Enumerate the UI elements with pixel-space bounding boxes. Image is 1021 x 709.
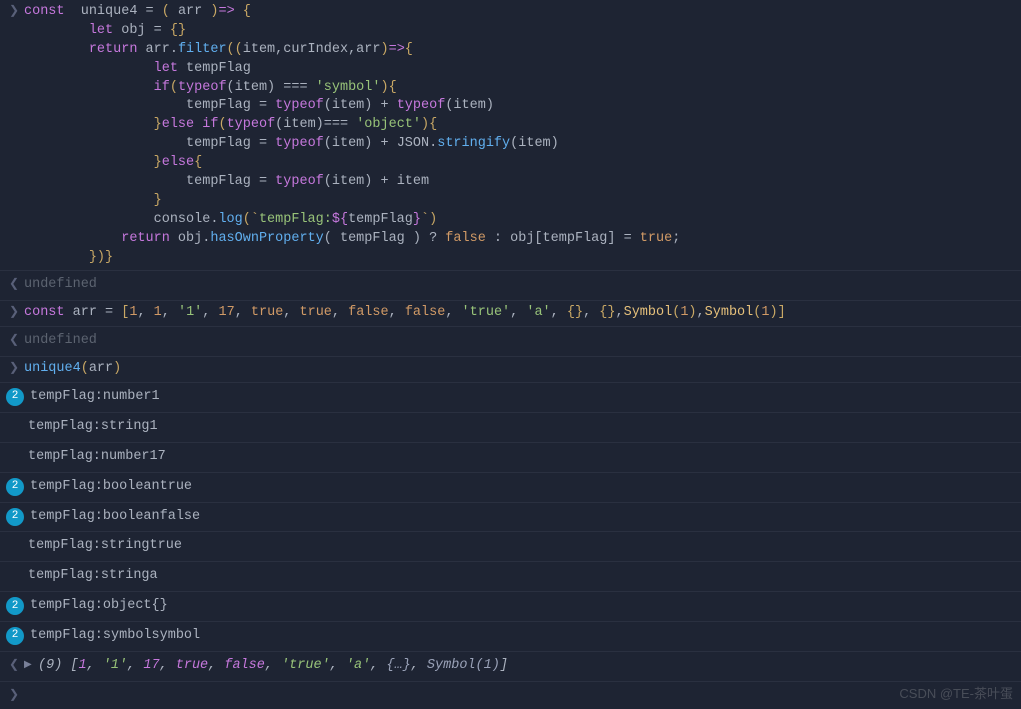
log-count-badge: 2: [6, 597, 24, 615]
output-caret-icon: [4, 657, 24, 674]
log-message: tempFlag:symbolsymbol: [30, 627, 1021, 646]
console-output-row: undefined: [0, 327, 1021, 357]
console-log-row: tempFlag:string1: [0, 413, 1021, 443]
log-count-badge: 2: [6, 508, 24, 526]
console-input-row[interactable]: unique4(arr): [0, 357, 1021, 383]
log-message: tempFlag:booleantrue: [30, 478, 1021, 497]
code-line: const arr = [1, 1, '1', 17, true, true, …: [24, 304, 1021, 323]
console-input-row[interactable]: [0, 682, 1021, 709]
result-array: (9) [1, '1', 17, true, false, 'true', 'a…: [38, 657, 1021, 676]
console-output-row: undefined: [0, 271, 1021, 301]
code-line: unique4(arr): [24, 360, 1021, 379]
console-result-row[interactable]: (9) [1, '1', 17, true, false, 'true', 'a…: [0, 652, 1021, 682]
log-count-badge: 2: [6, 388, 24, 406]
input-caret-icon: [4, 360, 24, 377]
code-block: const unique4 = ( arr )=> { let obj = {}…: [24, 3, 1021, 267]
log-message: tempFlag:stringa: [28, 567, 1021, 586]
console-input-row[interactable]: const arr = [1, 1, '1', 17, true, true, …: [0, 301, 1021, 327]
log-message: tempFlag:stringtrue: [28, 537, 1021, 556]
expand-triangle-icon[interactable]: [24, 657, 38, 673]
console-log-row: tempFlag:stringtrue: [0, 532, 1021, 562]
console-log-row: 2 tempFlag:object{}: [0, 592, 1021, 622]
console-log-row: 2 tempFlag:symbolsymbol: [0, 622, 1021, 652]
watermark: CSDN @TE-茶叶蛋: [899, 685, 1013, 703]
input-caret-icon: [4, 3, 24, 20]
output-caret-icon: [4, 276, 24, 293]
log-message: tempFlag:object{}: [30, 597, 1021, 616]
log-message: tempFlag:number17: [28, 448, 1021, 467]
console-log-row: 2 tempFlag:booleanfalse: [0, 503, 1021, 533]
log-message: tempFlag:number1: [30, 388, 1021, 407]
console-log-row: 2 tempFlag:number1: [0, 383, 1021, 413]
input-caret-icon: [4, 304, 24, 321]
undefined-output: undefined: [24, 332, 1021, 351]
console-input-row[interactable]: const unique4 = ( arr )=> { let obj = {}…: [0, 0, 1021, 271]
log-message: tempFlag:booleanfalse: [30, 508, 1021, 527]
console-log-row: tempFlag:stringa: [0, 562, 1021, 592]
input-caret-icon: [4, 687, 24, 704]
log-count-badge: 2: [6, 478, 24, 496]
output-caret-icon: [4, 332, 24, 349]
console-log-row: tempFlag:number17: [0, 443, 1021, 473]
undefined-output: undefined: [24, 276, 1021, 295]
log-count-badge: 2: [6, 627, 24, 645]
log-message: tempFlag:string1: [28, 418, 1021, 437]
console-log-row: 2 tempFlag:booleantrue: [0, 473, 1021, 503]
